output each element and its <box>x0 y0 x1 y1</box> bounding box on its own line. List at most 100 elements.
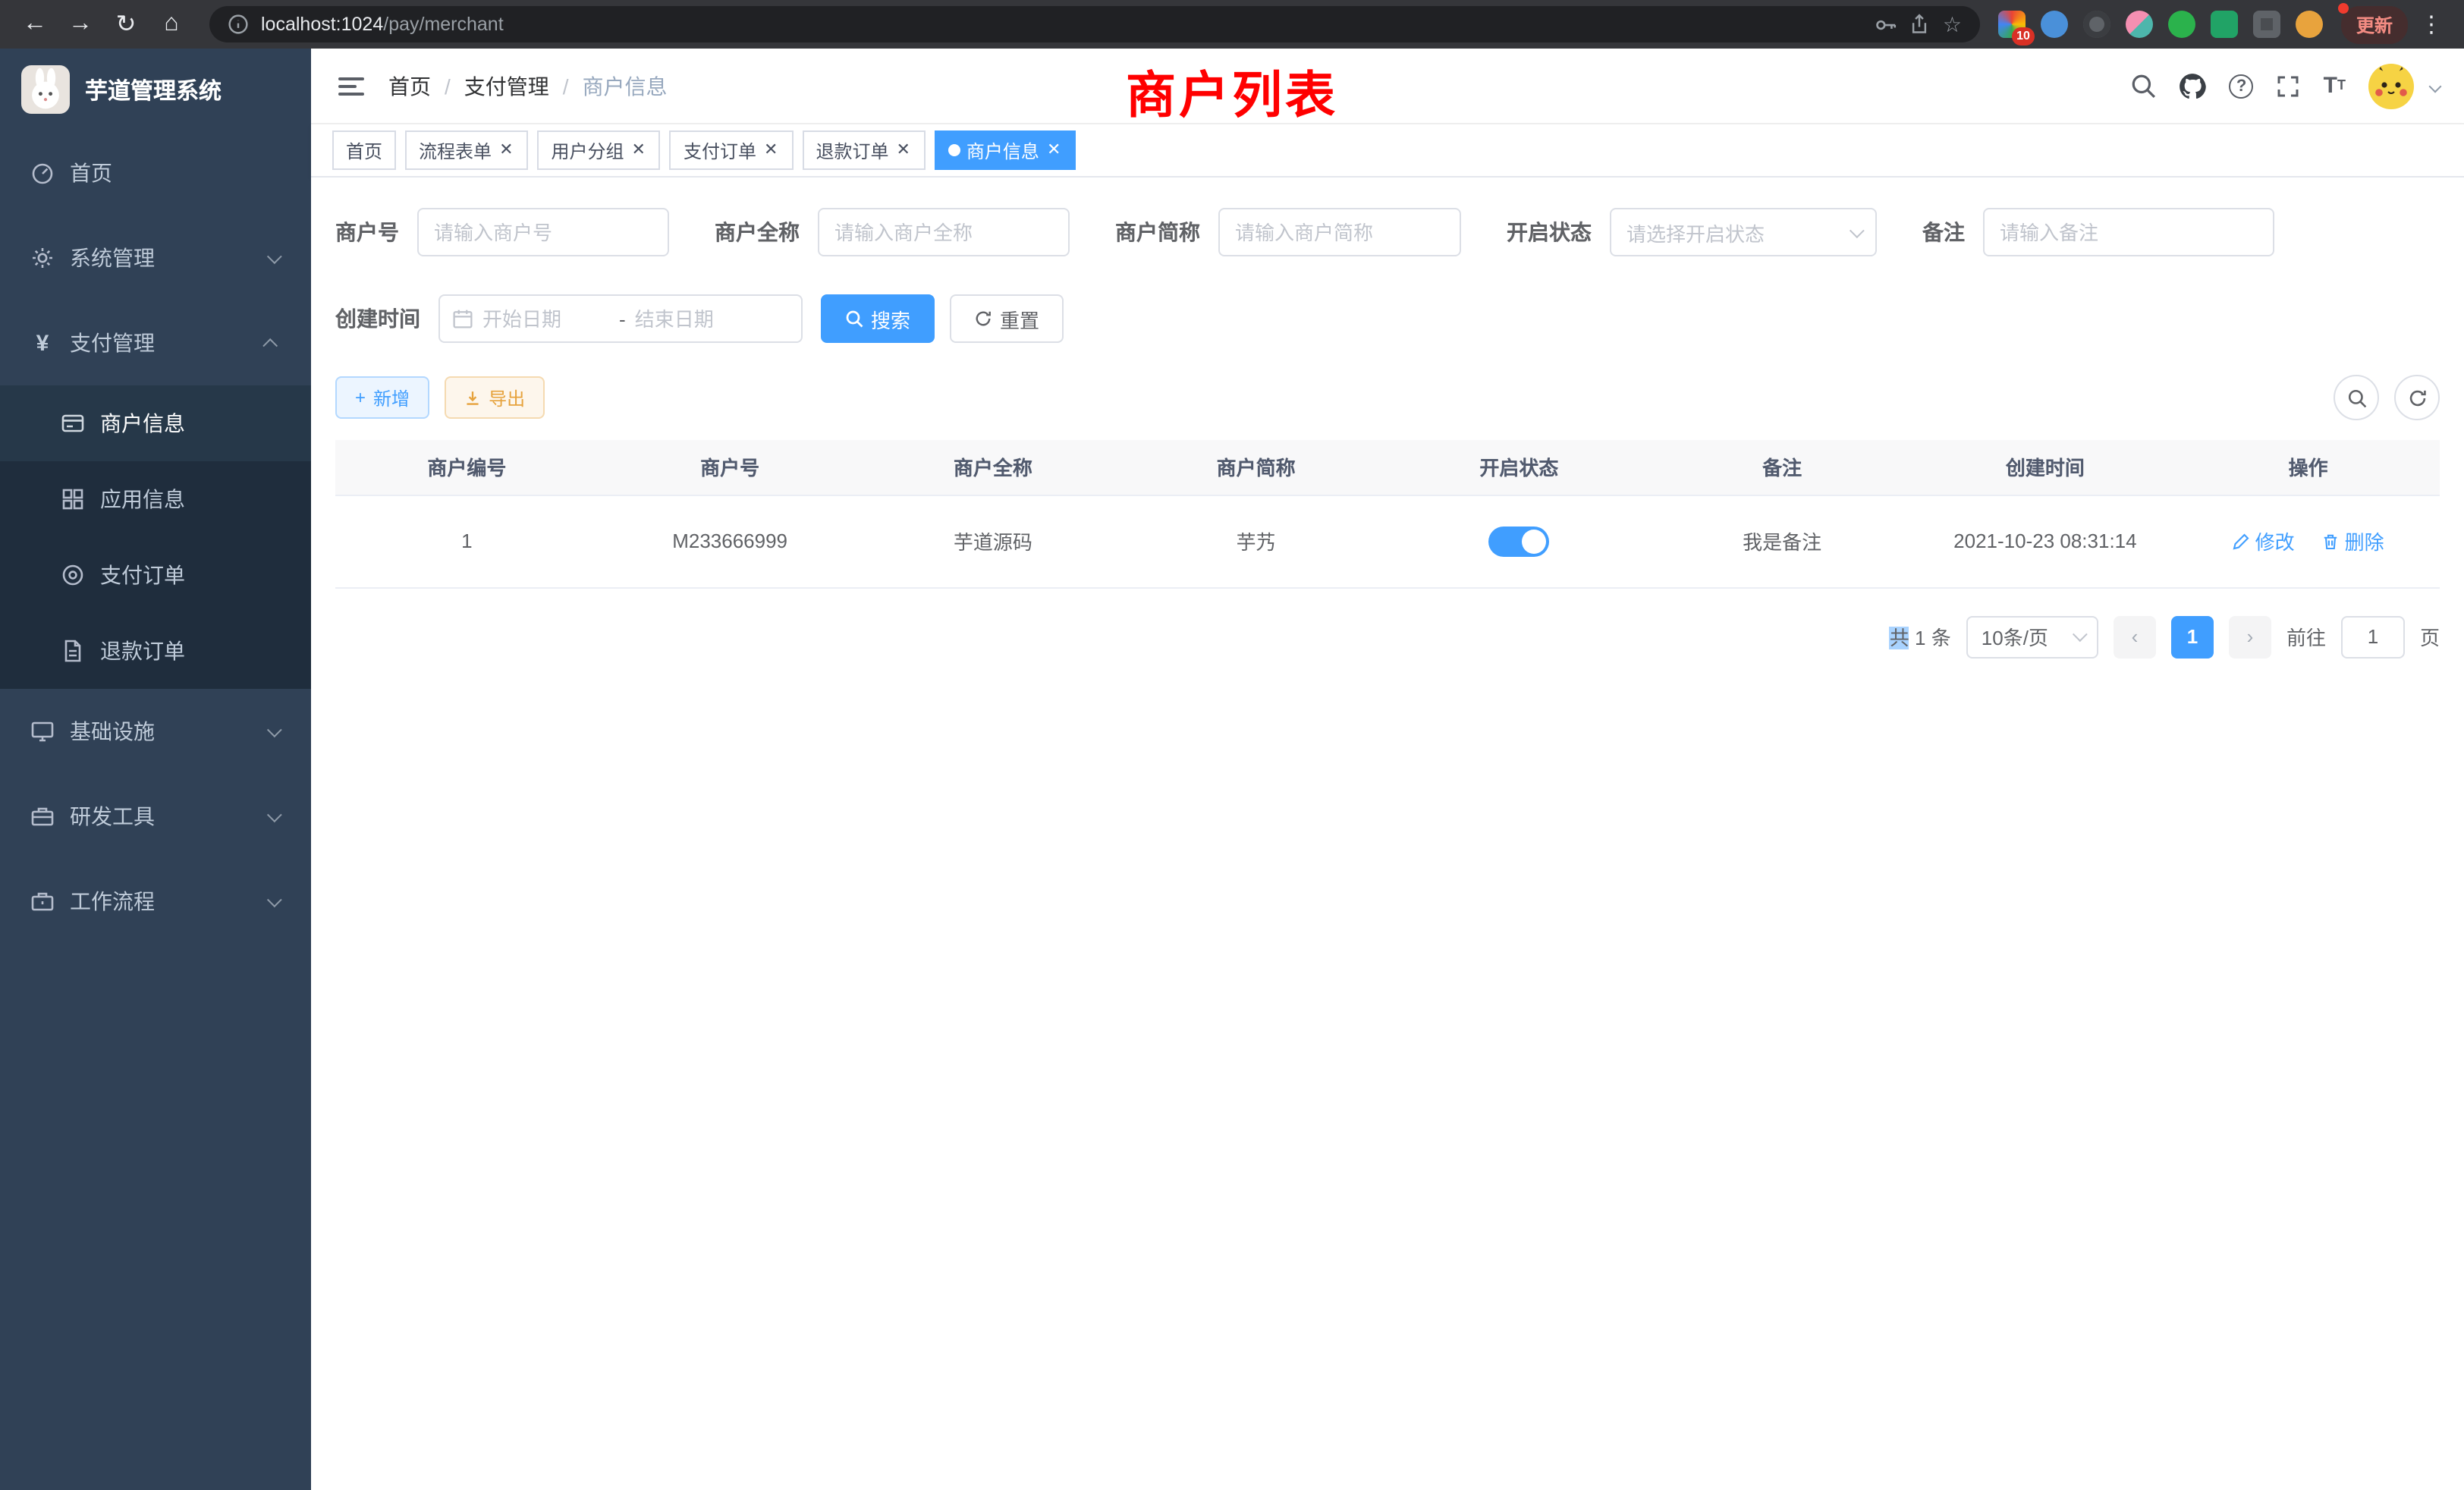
top-navbar: 首页 / 支付管理 / 商户信息 <box>311 49 2464 124</box>
col-full-name: 商户全称 <box>862 440 1125 495</box>
table-toolbar: + 新增 导出 <box>335 375 2440 420</box>
font-size-icon[interactable]: TT <box>2324 74 2346 97</box>
pagination: 共 1 条 10条/页 ‹ 1 › 前往 页 <box>335 615 2440 658</box>
toggle-search-button[interactable] <box>2334 375 2379 420</box>
refresh-icon <box>974 310 992 328</box>
reset-button[interactable]: 重置 <box>950 294 1064 343</box>
short-name-input[interactable] <box>1218 208 1461 256</box>
toolbox-icon <box>30 804 55 828</box>
extension-icon[interactable]: 10 <box>1998 11 2026 38</box>
status-toggle[interactable] <box>1488 526 1549 556</box>
share-icon[interactable] <box>1909 14 1931 35</box>
pagination-total: 共 1 条 <box>1890 622 1951 651</box>
add-button[interactable]: + 新增 <box>335 376 429 419</box>
logo[interactable]: 芋道管理系统 <box>0 49 311 130</box>
grid-icon <box>61 487 85 511</box>
edit-link[interactable]: 修改 <box>2233 527 2295 555</box>
profile-avatar-icon[interactable] <box>2296 11 2323 38</box>
browser-update-button[interactable]: 更新 <box>2341 5 2408 43</box>
sidebar-item-merchant-info[interactable]: 商户信息 <box>0 385 311 461</box>
tab-home[interactable]: 首页 <box>332 130 396 170</box>
tab-merchant-info[interactable]: 商户信息✕ <box>935 130 1076 170</box>
date-end-input[interactable] <box>635 307 762 330</box>
tab-process-form[interactable]: 流程表单✕ <box>405 130 528 170</box>
date-start-input[interactable] <box>482 307 610 330</box>
download-icon <box>464 389 481 406</box>
close-icon[interactable]: ✕ <box>630 140 647 160</box>
full-name-input[interactable] <box>818 208 1070 256</box>
table-row: 1 M233666999 芋道源码 芋艿 我是备注 2021-10-23 08:… <box>335 495 2440 587</box>
breadcrumb-current: 商户信息 <box>583 71 668 101</box>
full-name-label: 商户全称 <box>715 217 800 247</box>
password-key-icon[interactable] <box>1875 13 1897 36</box>
user-avatar[interactable] <box>2368 63 2414 108</box>
app-root: 芋道管理系统 首页 <box>0 49 2464 1490</box>
col-short-name: 商户简称 <box>1124 440 1388 495</box>
tags-bar: 首页 流程表单✕ 用户分组✕ 支付订单✕ 退款订单✕ 商户信息✕ <box>311 124 2464 178</box>
breadcrumb-home[interactable]: 首页 <box>388 71 431 101</box>
help-icon[interactable]: ? <box>2230 74 2254 98</box>
back-icon[interactable]: ← <box>15 5 55 44</box>
browser-menu-icon[interactable]: ⋮ <box>2414 11 2449 38</box>
extensions-puzzle-icon[interactable] <box>2253 11 2280 38</box>
sidebar-item-pay-order[interactable]: 支付订单 <box>0 537 311 613</box>
sidebar-item-system[interactable]: 系统管理 <box>0 215 311 300</box>
extension-icon[interactable] <box>2211 11 2238 38</box>
close-icon[interactable]: ✕ <box>894 140 911 160</box>
tab-refund-order[interactable]: 退款订单✕ <box>802 130 925 170</box>
page-1-button[interactable]: 1 <box>2171 615 2214 658</box>
reload-icon[interactable]: ↻ <box>106 5 146 44</box>
goto-page-input[interactable] <box>2341 615 2405 658</box>
page-unit-label: 页 <box>2420 622 2440 651</box>
remark-input[interactable] <box>1983 208 2274 256</box>
bookmark-star-icon[interactable]: ☆ <box>1943 11 1962 37</box>
address-bar[interactable]: localhost:1024/pay/merchant ☆ <box>209 6 1980 42</box>
sidebar-item-home[interactable]: 首页 <box>0 130 311 215</box>
avatar-dropdown-icon[interactable] <box>2429 80 2442 93</box>
refresh-table-button[interactable] <box>2394 375 2440 420</box>
close-icon[interactable]: ✕ <box>498 140 514 160</box>
page-size-select[interactable]: 10条/页 <box>1966 615 2098 658</box>
merchant-card-icon <box>61 411 85 435</box>
screen: ← → ↻ ⌂ localhost:1024/pay/merchant ☆ <box>0 0 2464 1490</box>
extension-icon[interactable] <box>2041 11 2068 38</box>
cell-full-name: 芋道源码 <box>862 495 1125 587</box>
merchant-no-input[interactable] <box>417 208 669 256</box>
sidebar-item-app-info[interactable]: 应用信息 <box>0 461 311 537</box>
date-range-picker[interactable]: - <box>438 294 803 343</box>
next-page-button[interactable]: › <box>2229 615 2271 658</box>
sidebar-item-payment[interactable]: ¥ 支付管理 <box>0 300 311 385</box>
sidebar-item-dev-tools[interactable]: 研发工具 <box>0 774 311 859</box>
delete-link[interactable]: 删除 <box>2322 527 2384 555</box>
export-button[interactable]: 导出 <box>445 376 545 419</box>
prev-page-button[interactable]: ‹ <box>2114 615 2156 658</box>
short-name-label: 商户简称 <box>1115 217 1200 247</box>
extension-icon[interactable] <box>2126 11 2153 38</box>
extension-icon[interactable] <box>2168 11 2195 38</box>
sidebar-item-workflow[interactable]: 工作流程 <box>0 859 311 944</box>
plus-icon: + <box>355 387 366 408</box>
sidebar-item-refund-order[interactable]: 退款订单 <box>0 613 311 689</box>
search-icon <box>845 310 863 328</box>
site-info-icon[interactable] <box>228 14 249 35</box>
extension-icon[interactable] <box>2083 11 2110 38</box>
chevron-down-icon <box>267 248 282 263</box>
close-icon[interactable]: ✕ <box>1045 140 1062 160</box>
sidebar-item-infrastructure[interactable]: 基础设施 <box>0 689 311 774</box>
close-icon[interactable]: ✕ <box>762 140 779 160</box>
home-icon[interactable]: ⌂ <box>152 5 191 44</box>
github-icon[interactable] <box>2180 72 2207 99</box>
col-actions: 操作 <box>2176 440 2440 495</box>
status-select[interactable]: 请选择开启状态 <box>1610 208 1877 256</box>
merchant-no-label: 商户号 <box>335 217 399 247</box>
dashboard-icon <box>30 161 55 185</box>
breadcrumb-payment[interactable]: 支付管理 <box>464 71 549 101</box>
tab-pay-order[interactable]: 支付订单✕ <box>670 130 793 170</box>
search-button[interactable]: 搜索 <box>821 294 935 343</box>
search-icon[interactable] <box>2131 73 2157 99</box>
forward-icon[interactable]: → <box>61 5 100 44</box>
hamburger-icon[interactable] <box>335 71 367 101</box>
tab-user-group[interactable]: 用户分组✕ <box>538 130 661 170</box>
status-label: 开启状态 <box>1507 217 1592 247</box>
fullscreen-icon[interactable] <box>2277 74 2301 98</box>
